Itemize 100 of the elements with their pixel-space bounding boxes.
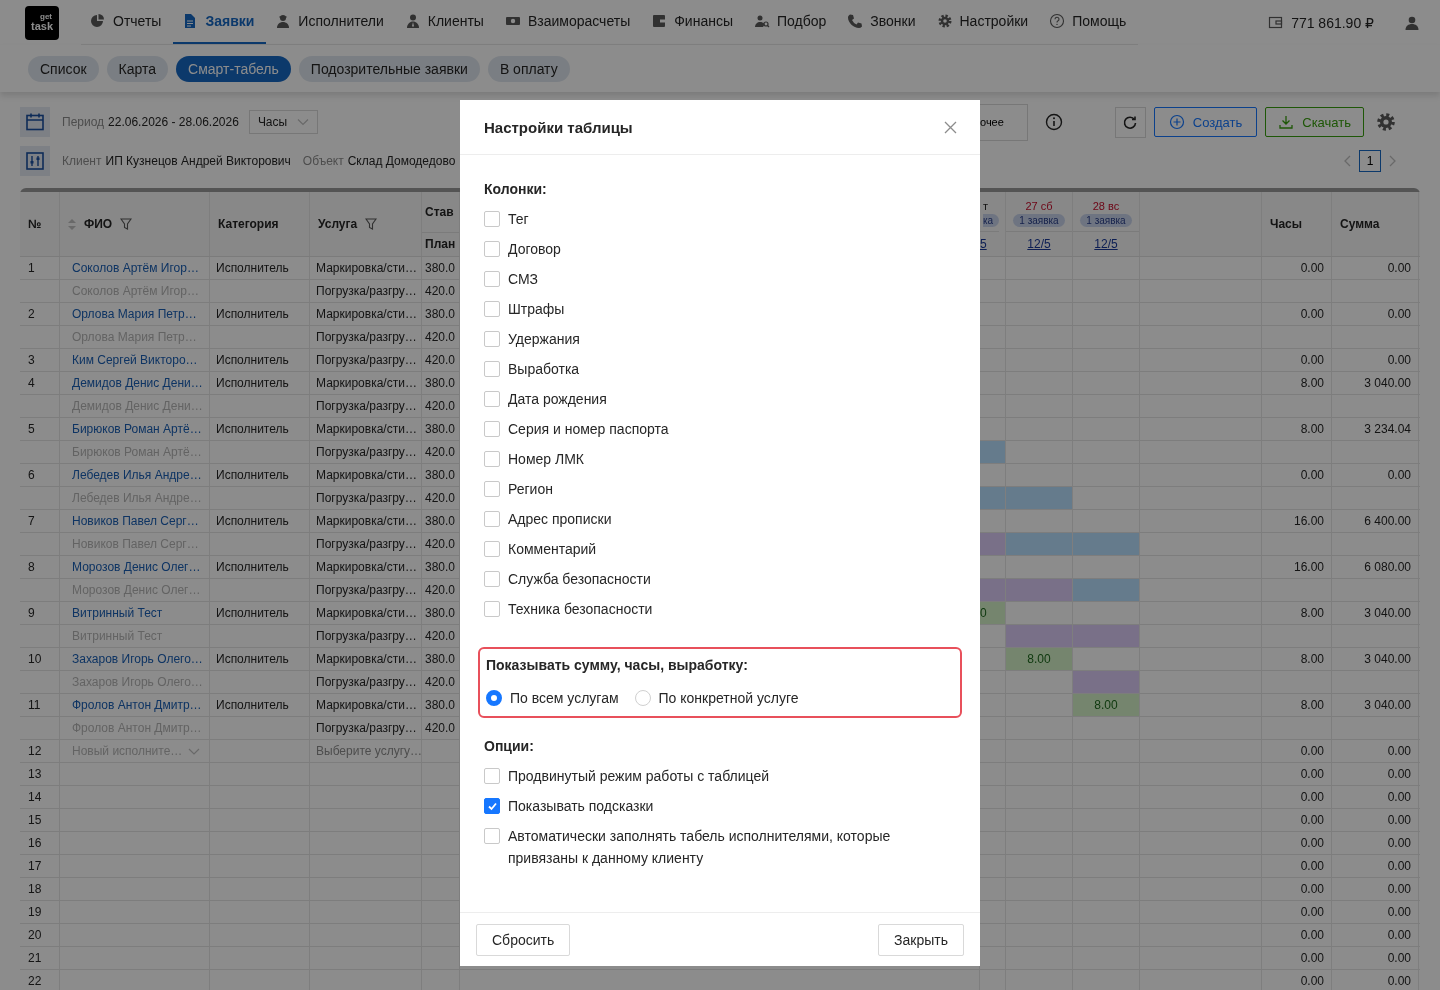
- view-tab[interactable]: Смарт-табель: [176, 55, 291, 82]
- check-icon: [486, 801, 498, 811]
- request-count[interactable]: ка: [983, 214, 1000, 227]
- checkbox[interactable]: [484, 451, 500, 467]
- refresh-button[interactable]: [1114, 106, 1146, 138]
- checkbox[interactable]: [484, 331, 500, 347]
- table-cell: Маркировка/сти…: [316, 376, 417, 390]
- page-number[interactable]: 1: [1359, 149, 1381, 172]
- table-cell: 420.0: [425, 330, 456, 344]
- nav-item[interactable]: Помощь: [1040, 0, 1139, 44]
- performer-link[interactable]: Морозов Денис Олег…: [72, 560, 201, 574]
- people-search-icon: [754, 13, 770, 29]
- performer-link[interactable]: Бирюков Роман Артё…: [72, 422, 202, 436]
- unit-select[interactable]: Часы: [248, 110, 319, 134]
- performer-link[interactable]: Демидов Денис Дени…: [72, 376, 203, 390]
- checkbox[interactable]: [484, 541, 500, 557]
- table-cell: 420.0: [425, 721, 456, 735]
- checkbox[interactable]: [484, 828, 500, 844]
- table-cell: 0.00: [1300, 307, 1324, 321]
- performer-link[interactable]: Лебедев Илья Андре…: [72, 468, 202, 482]
- checkbox-label: Договор: [508, 241, 561, 257]
- request-count[interactable]: 1 заявка: [1013, 214, 1065, 227]
- table-cell: 380.0: [425, 261, 456, 275]
- checkbox[interactable]: [484, 301, 500, 317]
- view-tab[interactable]: Список: [28, 55, 99, 82]
- performer-link[interactable]: Захаров Игорь Олего…: [72, 652, 203, 666]
- checkbox[interactable]: [484, 391, 500, 407]
- checkbox[interactable]: [484, 571, 500, 587]
- nav-item[interactable]: Взаиморасчеты: [495, 0, 643, 44]
- day-link[interactable]: 12/5: [1027, 237, 1051, 251]
- reset-button[interactable]: Сбросить: [476, 923, 571, 956]
- section-title: Колонки:: [484, 181, 548, 199]
- info-icon[interactable]: [1045, 113, 1063, 131]
- view-tab[interactable]: В оплату: [487, 55, 570, 82]
- other-button[interactable]: очее: [980, 103, 1028, 141]
- checkbox[interactable]: [484, 481, 500, 497]
- table-cell: Погрузка/разгру…: [316, 330, 417, 344]
- checkbox[interactable]: [484, 211, 500, 227]
- section-title: Опции:: [484, 738, 535, 756]
- nav-item[interactable]: Исполнители: [266, 0, 396, 44]
- row-number: 11: [28, 698, 41, 712]
- service-select[interactable]: Выберите услугу…: [316, 744, 421, 758]
- performer-link[interactable]: Соколов Артём Игор…: [72, 261, 199, 275]
- day-label: т: [983, 200, 989, 212]
- nav-item[interactable]: Отчеты: [81, 0, 174, 44]
- table-cell: Исполнитель: [216, 560, 289, 574]
- table-cell: 420.0: [425, 583, 456, 597]
- performer-link[interactable]: Новиков Павел Серг…: [72, 514, 199, 528]
- checkbox-label: Дата рождения: [508, 391, 607, 407]
- settings-icon[interactable]: [1376, 112, 1396, 132]
- table-cell: 3 040.00: [1364, 652, 1411, 666]
- chevron-left-icon[interactable]: [1344, 154, 1351, 167]
- table-cell: 0.00: [1387, 468, 1411, 482]
- checkbox[interactable]: [484, 511, 500, 527]
- close-icon[interactable]: [944, 120, 957, 134]
- table-cell: 0.00: [1387, 767, 1411, 781]
- table-cell: 420.0: [425, 353, 456, 367]
- day-link[interactable]: 12/5: [1094, 237, 1118, 251]
- checkbox-label: Регион: [508, 481, 553, 497]
- performer-link[interactable]: Орлова Мария Петр…: [72, 307, 197, 321]
- nav-item[interactable]: Звонки: [838, 0, 928, 44]
- request-count[interactable]: 1 заявка: [1080, 214, 1132, 227]
- performer-link[interactable]: Витринный Тест: [72, 606, 163, 620]
- sort-icon[interactable]: [68, 218, 76, 230]
- row-number: 18: [28, 882, 42, 896]
- nav-item[interactable]: Настройки: [927, 0, 1041, 44]
- logo[interactable]: get task: [25, 5, 59, 40]
- day-link[interactable]: 5: [980, 237, 987, 251]
- row-number: 10: [28, 652, 42, 666]
- checkbox[interactable]: [484, 421, 500, 437]
- performer-link[interactable]: Фролов Антон Дмитр…: [72, 698, 202, 712]
- nav-item[interactable]: Финансы: [642, 0, 745, 44]
- table-cell: Маркировка/сти…: [316, 261, 417, 275]
- table-cell: Погрузка/разгру…: [316, 445, 417, 459]
- close-button[interactable]: Закрыть: [878, 923, 964, 956]
- day-cell: 8.00: [1073, 694, 1139, 716]
- view-tab[interactable]: Подозрительные заявки: [298, 55, 480, 82]
- checkbox[interactable]: [484, 798, 500, 814]
- table-cell: 0.00: [1300, 859, 1324, 873]
- table-cell: 0.00: [1387, 790, 1411, 804]
- checkbox[interactable]: [484, 601, 500, 617]
- view-tab[interactable]: Карта: [106, 55, 169, 82]
- filter-button[interactable]: [20, 145, 50, 176]
- checkbox[interactable]: [484, 768, 500, 784]
- radio-button[interactable]: [486, 690, 502, 706]
- create-button[interactable]: Создать: [1153, 107, 1258, 137]
- nav-item[interactable]: Подбор: [745, 0, 839, 44]
- chevron-right-icon[interactable]: [1389, 154, 1396, 167]
- checkbox[interactable]: [484, 361, 500, 377]
- performer-link[interactable]: Ким Сергей Викторо…: [72, 353, 198, 367]
- checkbox[interactable]: [484, 241, 500, 257]
- user-icon[interactable]: [1404, 14, 1420, 31]
- checkbox[interactable]: [484, 271, 500, 287]
- calendar-button[interactable]: [20, 107, 50, 137]
- day-cell: 0: [980, 602, 1005, 624]
- filter-icon[interactable]: [365, 218, 378, 230]
- filter-icon[interactable]: [120, 218, 133, 230]
- nav-item[interactable]: Клиенты: [395, 0, 496, 44]
- help-icon: [1049, 13, 1066, 29]
- download-button[interactable]: Скачать: [1265, 107, 1364, 137]
